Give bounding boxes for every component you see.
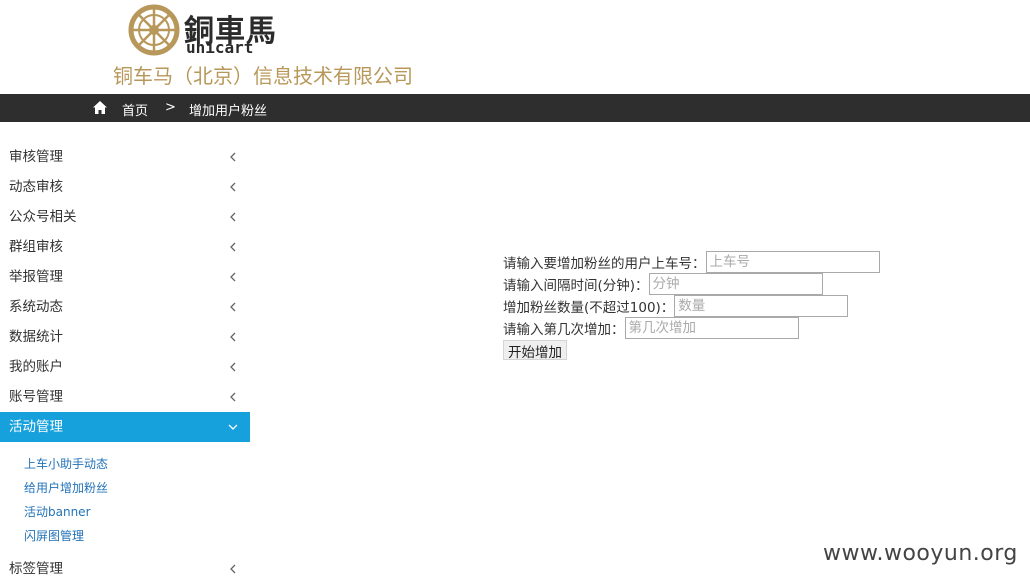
form-row-round: 请输入第几次增加： bbox=[503, 317, 880, 339]
submenu-item-splash-management[interactable]: 闪屏图管理 bbox=[0, 524, 250, 548]
sidebar-item-review[interactable]: 审核管理 bbox=[0, 142, 250, 172]
sidebar-item-label: 标签管理 bbox=[9, 561, 63, 577]
sidebar-item-label: 公众号相关 bbox=[9, 209, 77, 225]
fan-count-input[interactable] bbox=[674, 295, 849, 317]
round-input[interactable] bbox=[624, 317, 799, 339]
round-label: 请输入第几次增加： bbox=[503, 322, 625, 338]
start-add-button[interactable]: 开始增加 bbox=[503, 340, 567, 361]
sidebar-item-reports[interactable]: 举报管理 bbox=[0, 262, 250, 292]
sidebar-item-label: 数据统计 bbox=[9, 329, 63, 345]
user-id-label: 请输入要增加粉丝的用户上车号： bbox=[503, 256, 706, 272]
sidebar: 审核管理 动态审核 公众号相关 群组审核 举报管理 系统动态 数据统计 我的账户… bbox=[0, 142, 250, 584]
watermark: www.wooyun.org bbox=[823, 541, 1018, 566]
breadcrumb-current: 增加用户粉丝 bbox=[189, 104, 268, 119]
sidebar-item-dynamic-review[interactable]: 动态审核 bbox=[0, 172, 250, 202]
submenu-item-activity-banner[interactable]: 活动banner bbox=[0, 500, 250, 524]
activity-submenu: 上车小助手动态 给用户增加粉丝 活动banner 闪屏图管理 bbox=[0, 442, 250, 554]
chevron-left-icon bbox=[228, 232, 238, 262]
breadcrumb: 首页 > 增加用户粉丝 bbox=[0, 94, 1030, 122]
logo: 銅車馬 unicart bbox=[128, 4, 278, 60]
sidebar-item-official-account[interactable]: 公众号相关 bbox=[0, 202, 250, 232]
chevron-left-icon bbox=[228, 352, 238, 382]
form-row-interval: 请输入间隔时间(分钟)： bbox=[503, 273, 880, 295]
sidebar-item-label: 群组审核 bbox=[9, 239, 63, 255]
sidebar-item-label: 举报管理 bbox=[9, 269, 63, 285]
sidebar-item-group-review[interactable]: 群组审核 bbox=[0, 232, 250, 262]
chevron-left-icon bbox=[228, 172, 238, 202]
sidebar-item-activity-management[interactable]: 活动管理 bbox=[0, 412, 250, 442]
sidebar-item-system-dynamic[interactable]: 系统动态 bbox=[0, 292, 250, 322]
wheel-logo-icon bbox=[128, 4, 180, 56]
sidebar-item-account-management[interactable]: 账号管理 bbox=[0, 382, 250, 412]
form-row-submit: 开始增加 bbox=[503, 339, 880, 361]
fan-count-label: 增加粉丝数量(不超过100)： bbox=[503, 300, 675, 316]
form-row-user: 请输入要增加粉丝的用户上车号： bbox=[503, 251, 880, 273]
chevron-left-icon bbox=[228, 202, 238, 232]
sidebar-item-label: 审核管理 bbox=[9, 149, 63, 165]
form-row-count: 增加粉丝数量(不超过100)： bbox=[503, 295, 880, 317]
submenu-item-assistant-dynamic[interactable]: 上车小助手动态 bbox=[0, 452, 250, 476]
chevron-left-icon bbox=[228, 262, 238, 292]
home-icon[interactable] bbox=[93, 101, 107, 114]
sidebar-item-my-account[interactable]: 我的账户 bbox=[0, 352, 250, 382]
sidebar-item-label: 动态审核 bbox=[9, 179, 63, 195]
sidebar-item-statistics[interactable]: 数据统计 bbox=[0, 322, 250, 352]
user-id-input[interactable] bbox=[705, 251, 880, 273]
sidebar-item-label: 账号管理 bbox=[9, 389, 63, 405]
add-fans-form: 请输入要增加粉丝的用户上车号： 请输入间隔时间(分钟)： 增加粉丝数量(不超过1… bbox=[503, 251, 880, 361]
sidebar-item-tag-management[interactable]: 标签管理 bbox=[0, 554, 250, 584]
interval-label: 请输入间隔时间(分钟)： bbox=[503, 278, 649, 294]
sidebar-item-label: 活动管理 bbox=[9, 419, 63, 435]
breadcrumb-separator: > bbox=[165, 100, 176, 115]
chevron-down-icon bbox=[228, 412, 238, 442]
logo-text-en: unicart bbox=[186, 38, 254, 57]
chevron-left-icon bbox=[228, 322, 238, 352]
chevron-left-icon bbox=[228, 554, 238, 584]
chevron-left-icon bbox=[228, 382, 238, 412]
chevron-left-icon bbox=[228, 142, 238, 172]
breadcrumb-home-link[interactable]: 首页 bbox=[122, 100, 148, 119]
interval-input[interactable] bbox=[648, 273, 823, 295]
submenu-item-add-fans[interactable]: 给用户增加粉丝 bbox=[0, 476, 250, 500]
sidebar-item-label: 系统动态 bbox=[9, 299, 63, 315]
company-name: 铜车马（北京）信息技术有限公司 bbox=[113, 64, 413, 88]
sidebar-item-label: 我的账户 bbox=[9, 359, 63, 375]
chevron-left-icon bbox=[228, 292, 238, 322]
